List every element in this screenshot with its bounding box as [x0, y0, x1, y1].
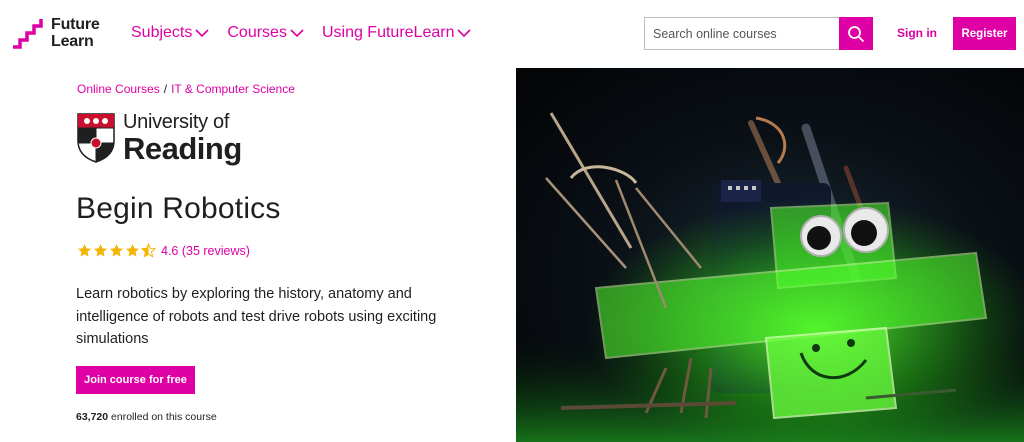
rating-stars [77, 243, 157, 258]
university-crest-icon [77, 113, 115, 163]
futurelearn-logo[interactable]: Future Learn [12, 16, 100, 50]
university-logo[interactable]: University of Reading [77, 112, 242, 164]
course-rating[interactable]: 4.6 (35 reviews) [77, 243, 250, 258]
robot-photo [516, 68, 1024, 442]
main-nav: Subjects Courses Using FutureLearn [131, 24, 489, 42]
search-bar [644, 17, 873, 50]
star-icon [93, 243, 108, 257]
breadcrumb: Online Courses / IT & Computer Science [77, 82, 295, 96]
course-description: Learn robotics by exploring the history,… [76, 286, 437, 347]
enrolled-suffix: enrolled on this course [108, 411, 217, 423]
breadcrumb-it-computer-science[interactable]: IT & Computer Science [171, 82, 295, 96]
nav-item-subjects[interactable]: Subjects [131, 24, 209, 42]
nav-item-label: Using FutureLearn [321, 24, 455, 41]
enrolled-number: 63,720 [76, 411, 109, 423]
chevron-down-icon [290, 28, 304, 37]
nav-item-courses[interactable]: Courses [227, 24, 304, 42]
site-header: Future Learn Subjects Courses Using Futu… [0, 0, 1024, 68]
chevron-down-icon [195, 28, 209, 37]
course-title: Begin Robotics [76, 192, 281, 225]
search-input[interactable] [644, 17, 839, 50]
university-name-line2: Reading [123, 131, 242, 166]
nav-item-using-futurelearn[interactable]: Using FutureLearn [322, 24, 472, 42]
breadcrumb-online-courses[interactable]: Online Courses [77, 82, 160, 96]
university-name-line1: University of [123, 111, 230, 133]
enrolled-count: 63,720 enrolled on this course [76, 411, 217, 423]
rating-text: 4.6 (35 reviews) [161, 243, 250, 258]
signin-link[interactable]: Sign in [897, 26, 937, 40]
nav-item-label: Subjects [131, 24, 193, 41]
university-name: University of Reading [123, 112, 242, 164]
logo-line2: Learn [51, 33, 94, 50]
search-button[interactable] [839, 17, 873, 50]
join-course-button[interactable]: Join course for free [76, 366, 195, 394]
logo-wordmark: Future Learn [51, 16, 100, 50]
register-button[interactable]: Register [953, 17, 1016, 50]
search-icon [848, 25, 865, 42]
nav-item-label: Courses [227, 24, 287, 41]
course-hero-image [516, 68, 1024, 442]
star-icon [109, 243, 124, 257]
chevron-down-icon [457, 28, 472, 37]
futurelearn-logo-icon [13, 19, 43, 49]
star-icon [77, 243, 92, 257]
star-icon [125, 243, 140, 257]
logo-line1: Future [51, 16, 100, 33]
breadcrumb-separator: / [163, 82, 168, 96]
star-half-icon [141, 243, 156, 258]
